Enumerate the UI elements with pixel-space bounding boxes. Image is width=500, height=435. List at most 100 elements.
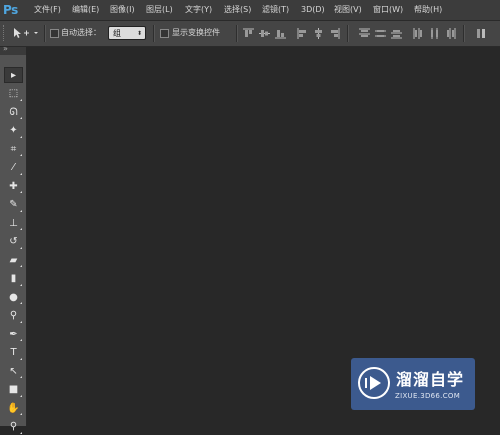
distribute-top-icon[interactable] [359, 28, 370, 39]
zoom-tool-button[interactable]: ⚲ [4, 419, 23, 435]
align-right-icon[interactable] [329, 28, 340, 39]
distribute-right-icon[interactable] [445, 28, 456, 39]
magic-wand-tool-button[interactable]: ✦ [4, 123, 23, 139]
flyout-indicator [20, 283, 22, 286]
menu-filter[interactable]: 滤镜(T) [262, 0, 289, 20]
eraser-tool-button[interactable]: ▰ [4, 252, 23, 268]
shape-tool-icon: ■ [8, 384, 19, 395]
show-transform-checkbox[interactable] [160, 29, 169, 38]
align-horizontal-center-icon[interactable] [313, 28, 324, 39]
options-bar: 自动选择： 组 ⬍ 显示变换控件 [0, 21, 500, 47]
options-bar-grip[interactable] [3, 25, 6, 41]
healing-brush-tool-icon: ✚ [9, 180, 18, 192]
photoshop-logo: Ps [3, 3, 18, 17]
distribute-vertical-center-icon[interactable] [375, 28, 386, 39]
auto-align-layers-icon[interactable] [476, 28, 487, 39]
pen-tool-icon: ✒ [9, 328, 18, 340]
flyout-indicator [20, 172, 22, 175]
flyout-indicator [20, 228, 22, 230]
brush-tool-icon: ✎ [9, 199, 18, 210]
flyout-indicator [20, 246, 22, 249]
marquee-tool-icon: ⬚ [8, 88, 19, 99]
shape-tool-button[interactable]: ■ [4, 382, 23, 398]
menu-image[interactable]: 图像(I) [110, 0, 135, 20]
move-tool-button[interactable]: ▸ [4, 67, 23, 83]
flyout-indicator [20, 357, 22, 360]
move-tool-icon: ▸ [10, 69, 17, 81]
eyedropper-tool-button[interactable]: ⁄ [4, 160, 23, 176]
crop-tool-button[interactable]: ⌗ [4, 141, 23, 157]
watermark-title: 溜溜自学 [396, 370, 465, 389]
flyout-indicator [20, 302, 22, 304]
pen-tool-button[interactable]: ✒ [4, 326, 23, 342]
magic-wand-tool-icon: ✦ [9, 125, 18, 136]
menu-edit[interactable]: 编辑(E) [72, 0, 99, 20]
blur-tool-button[interactable]: ● [4, 289, 23, 305]
separator [463, 25, 465, 42]
history-brush-tool-button[interactable]: ↺ [4, 234, 23, 250]
auto-select-value: 组 [113, 29, 121, 38]
dodge-tool-button[interactable]: ⚲ [4, 308, 23, 324]
flyout-indicator [20, 431, 22, 434]
menu-help[interactable]: 帮助(H) [414, 0, 442, 20]
flyout-indicator [20, 135, 22, 138]
hand-tool-button[interactable]: ✋ [4, 400, 23, 416]
clone-stamp-tool-button[interactable]: ⊥ [4, 215, 23, 231]
lasso-tool-icon: ᘏ [9, 106, 18, 118]
flyout-indicator [20, 394, 22, 397]
flyout-indicator [20, 191, 22, 193]
gradient-tool-icon: ▮ [10, 273, 17, 284]
move-tool-icon [14, 28, 38, 38]
path-selection-tool-button[interactable]: ↖ [4, 363, 23, 379]
flyout-indicator [20, 413, 22, 415]
dodge-tool-icon: ⚲ [9, 310, 18, 321]
separator [347, 25, 349, 42]
align-bottom-icon[interactable] [275, 28, 286, 39]
auto-select-checkbox[interactable] [50, 29, 59, 38]
flyout-indicator [20, 339, 22, 341]
auto-select-label: 自动选择： [61, 28, 101, 37]
menu-type[interactable]: 文字(Y) [185, 0, 212, 20]
menu-file[interactable]: 文件(F) [34, 0, 61, 20]
align-top-icon[interactable] [243, 28, 254, 39]
tools-panel: ▸ ⬚ ᘏ ✦ ⌗ ⁄ ✚ ✎ ⊥ ↺ ▰ ▮ ● ⚲ ✒ T ↖ ■ ✋ ⚲ [0, 55, 27, 434]
menu-view[interactable]: 视图(V) [334, 0, 362, 20]
updown-arrow-icon: ⬍ [136, 30, 142, 37]
watermark-subtitle: ZIXUE.3D66.COM [395, 392, 461, 400]
zoom-tool-icon: ⚲ [9, 421, 18, 432]
distribute-left-icon[interactable] [413, 28, 424, 39]
auto-select-dropdown[interactable]: 组 ⬍ [108, 26, 146, 40]
gradient-tool-button[interactable]: ▮ [4, 271, 23, 287]
menu-bar: Ps 文件(F) 编辑(E) 图像(I) 图层(L) 文字(Y) 选择(S) 滤… [0, 0, 500, 21]
brush-tool-button[interactable]: ✎ [4, 197, 23, 213]
separator [44, 25, 46, 42]
menu-3d[interactable]: 3D(D) [301, 0, 325, 20]
menu-window[interactable]: 窗口(W) [373, 0, 403, 20]
menu-select[interactable]: 选择(S) [224, 0, 251, 20]
play-logo-icon [358, 367, 390, 399]
type-tool-button[interactable]: T [4, 345, 23, 361]
flyout-indicator [20, 117, 22, 119]
separator [153, 25, 155, 42]
eraser-tool-icon: ▰ [9, 254, 18, 266]
watermark-logo: 溜溜自学 ZIXUE.3D66.COM [351, 358, 475, 410]
hand-tool-icon: ✋ [7, 402, 20, 414]
flyout-indicator [20, 98, 22, 101]
show-transform-label: 显示变换控件 [172, 28, 220, 37]
history-brush-tool-icon: ↺ [9, 236, 18, 247]
tool-preset-picker[interactable] [12, 27, 40, 39]
marquee-tool-button[interactable]: ⬚ [4, 86, 23, 102]
eyedropper-tool-icon: ⁄ [12, 162, 15, 173]
lasso-tool-button[interactable]: ᘏ [4, 104, 23, 120]
align-vertical-center-icon[interactable] [259, 28, 270, 39]
flyout-indicator [20, 376, 22, 378]
distribute-horizontal-center-icon[interactable] [429, 28, 440, 39]
blur-tool-icon: ● [9, 291, 18, 303]
healing-brush-tool-button[interactable]: ✚ [4, 178, 23, 194]
menu-layer[interactable]: 图层(L) [146, 0, 173, 20]
crop-tool-icon: ⌗ [10, 143, 17, 155]
path-selection-tool-icon: ↖ [9, 365, 18, 377]
align-left-icon[interactable] [297, 28, 308, 39]
distribute-bottom-icon[interactable] [391, 28, 402, 39]
flyout-indicator [20, 209, 22, 212]
